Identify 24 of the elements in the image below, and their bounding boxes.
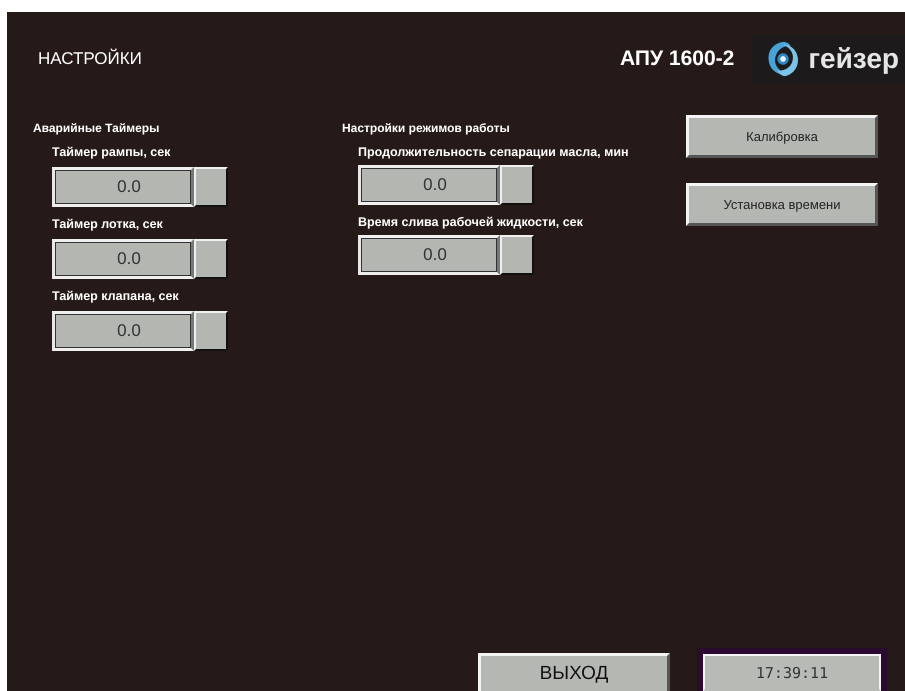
field-label: Таймер клапана, сек [52,289,180,303]
section-heading: Настройки режимов работы [342,121,511,135]
logo-text: гейзер [808,43,899,75]
spin-button[interactable] [500,165,534,205]
action-button[interactable]: Установка времени [686,183,878,226]
spin-button[interactable] [194,167,228,207]
action-button[interactable]: Калибровка [686,115,878,158]
spin-button[interactable] [194,311,228,351]
value-field[interactable]: 0.0 [358,235,500,275]
field-label: Таймер рампы, сек [52,145,172,159]
exit-button[interactable]: ВЫХОД [478,653,670,691]
field-label: Продолжительность сепарации масла, мин [358,145,630,159]
section-heading: Аварийные Таймеры [33,121,160,135]
value-field[interactable]: 0.0 [52,311,194,351]
value-field[interactable]: 0.0 [358,165,500,205]
spin-button[interactable] [500,235,534,275]
field-label: Таймер лотка, сек [52,217,164,231]
screen-title: НАСТРОЙКИ [38,49,142,69]
model-name: АПУ 1600-2 [620,47,734,71]
clock-display: 17:39:11 [703,654,881,691]
value-field[interactable]: 0.0 [52,167,194,207]
value-field[interactable]: 0.0 [52,239,194,279]
spin-button[interactable] [194,239,228,279]
field-label: Время слива рабочей жидкости, сек [358,215,584,229]
